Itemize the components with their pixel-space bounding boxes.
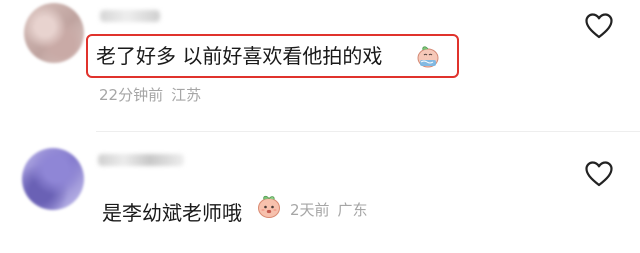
comment-time: 2天前 (290, 201, 330, 219)
peach-crying-emoji-icon (417, 46, 439, 68)
username-blurred[interactable] (98, 154, 184, 166)
comment-location: 江苏 (171, 86, 202, 104)
comment-text: 老了好多 以前好喜欢看他拍的戏 (96, 44, 383, 68)
username-blurred[interactable] (100, 10, 160, 22)
comment-meta: 22分钟前 江苏 (99, 86, 201, 104)
comment-time: 22分钟前 (99, 86, 164, 104)
comment-meta: 2天前 广东 (290, 201, 368, 219)
divider (96, 131, 640, 132)
heart-outline-icon[interactable] (584, 160, 614, 188)
comment-location: 广东 (337, 201, 368, 219)
comment-list: 老了好多 以前好喜欢看他拍的戏 22分钟前 江苏 是李幼斌老师哦 2天前 广东 (0, 0, 640, 253)
peach-face-emoji-icon (258, 195, 280, 218)
comment-text: 是李幼斌老师哦 (102, 201, 242, 225)
avatar[interactable] (22, 148, 84, 210)
heart-outline-icon[interactable] (584, 12, 614, 40)
avatar[interactable] (24, 3, 84, 63)
